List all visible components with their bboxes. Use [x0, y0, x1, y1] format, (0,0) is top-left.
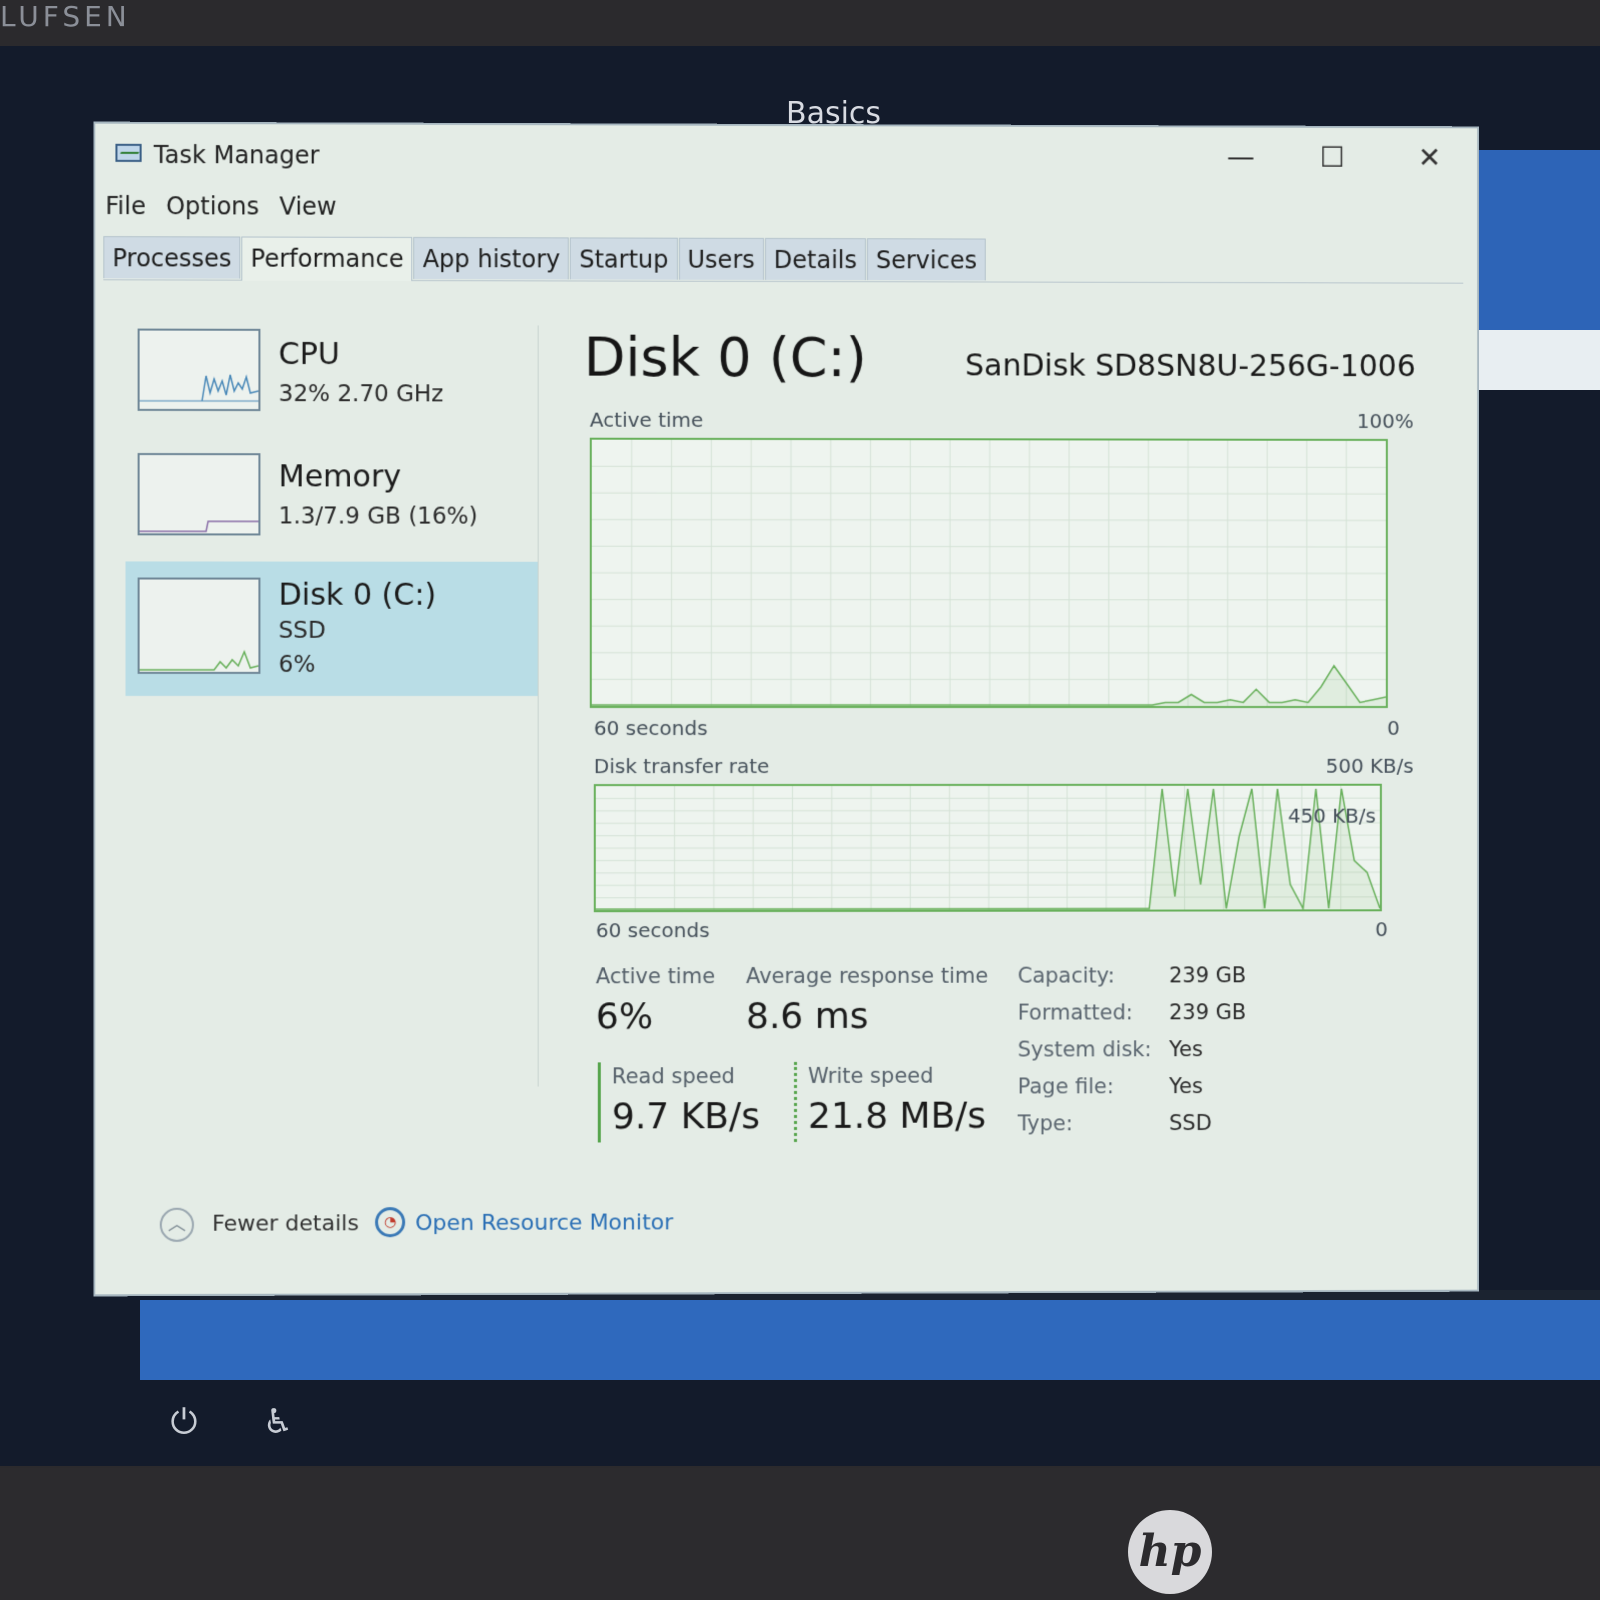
transfer-rate-graph-label: Disk transfer rate: [594, 754, 769, 778]
active-time-max-label: 100%: [1357, 409, 1414, 433]
transfer-rate-max-label: 500 KB/s: [1326, 754, 1414, 778]
disk-usage: 6%: [279, 652, 316, 678]
close-button[interactable]: ✕: [1402, 134, 1458, 182]
system-disk-label: System disk:: [1018, 1037, 1152, 1061]
sidebar-item-disk[interactable]: Disk 0 (C:) SSD 6%: [126, 561, 538, 696]
menu-bar: File Options View: [105, 192, 336, 221]
active-time-graph: [590, 438, 1388, 708]
transfer-rate-graph-svg: [596, 786, 1380, 910]
sidebar-item-memory[interactable]: Memory 1.3/7.9 GB (16%): [126, 437, 538, 572]
menu-view[interactable]: View: [279, 192, 336, 220]
maximize-button[interactable]: ☐: [1304, 134, 1360, 182]
power-icon[interactable]: ⏻: [164, 1402, 204, 1442]
menu-file[interactable]: File: [105, 192, 145, 220]
system-disk-value: Yes: [1169, 1037, 1203, 1061]
read-speed-indicator: [598, 1062, 601, 1142]
transfer-rate-inner-label: 450 KB/s: [1288, 804, 1376, 828]
task-manager-window: Task Manager — ☐ ✕ File Options View Pro…: [93, 122, 1479, 1297]
active-time-stat-label: Active time: [596, 964, 715, 988]
page-file-label: Page file:: [1018, 1074, 1114, 1098]
sidebar-item-cpu[interactable]: CPU 32% 2.70 GHz: [126, 312, 538, 447]
active-time-graph-svg: [592, 440, 1386, 706]
laptop-bezel-bottom: [0, 1468, 1600, 1600]
tab-details[interactable]: Details: [765, 238, 866, 280]
active-time-graph-label: Active time: [590, 408, 704, 432]
avg-response-stat-value: 8.6 ms: [746, 996, 868, 1037]
tab-users[interactable]: Users: [678, 238, 763, 280]
formatted-label: Formatted:: [1018, 1000, 1133, 1024]
disk-model: SanDisk SD8SN8U-256G-1006: [965, 348, 1416, 384]
write-speed-label: Write speed: [808, 1064, 933, 1088]
resource-monitor-icon[interactable]: ◔: [375, 1207, 405, 1237]
title-bar[interactable]: Task Manager — ☐ ✕: [95, 124, 1477, 190]
cpu-thumbnail-graph: [138, 329, 261, 412]
page-file-value: Yes: [1169, 1074, 1203, 1098]
accessibility-icon[interactable]: ♿: [258, 1402, 298, 1442]
transfer-rate-graph: 450 KB/s: [594, 784, 1382, 912]
page-title: Disk 0 (C:): [584, 326, 867, 390]
disk-label: Disk 0 (C:): [279, 578, 437, 613]
open-resource-monitor-link[interactable]: Open Resource Monitor: [415, 1210, 673, 1236]
cpu-label: CPU: [279, 337, 340, 372]
type-label: Type:: [1018, 1111, 1073, 1135]
active-time-stat-value: 6%: [596, 996, 653, 1037]
menu-options[interactable]: Options: [166, 192, 259, 220]
avg-response-stat-label: Average response time: [746, 964, 988, 988]
tab-performance[interactable]: Performance: [242, 237, 413, 282]
capacity-value: 239 GB: [1169, 963, 1246, 987]
bezel-brand-text: LUFSEN: [0, 0, 131, 30]
disk-thumbnail-graph: [138, 578, 261, 674]
background-window-blue: [1470, 150, 1600, 330]
resource-list: CPU 32% 2.70 GHz Memory 1.3/7.9 GB (16%)…: [95, 284, 537, 1188]
capacity-label: Capacity:: [1018, 964, 1115, 988]
read-speed-value: 9.7 KB/s: [612, 1096, 760, 1137]
tab-startup[interactable]: Startup: [570, 237, 677, 279]
disk-type: SSD: [279, 618, 326, 644]
memory-label: Memory: [279, 459, 402, 494]
window-title: Task Manager: [154, 141, 320, 170]
memory-thumbnail-graph: [138, 453, 261, 535]
fewer-details-link[interactable]: Fewer details: [212, 1211, 359, 1237]
type-value: SSD: [1169, 1111, 1212, 1135]
background-window-blue-bottom: [140, 1300, 1600, 1380]
transfer-rate-duration-label: 60 seconds: [596, 918, 710, 942]
hp-logo: hp: [1128, 1510, 1212, 1594]
tab-strip: Processes Performance App history Startu…: [103, 236, 1463, 284]
memory-detail: 1.3/7.9 GB (16%): [279, 503, 478, 529]
chevron-up-icon[interactable]: ︿: [160, 1208, 194, 1242]
background-window-white: [1470, 330, 1600, 390]
tab-app-history[interactable]: App history: [414, 237, 570, 279]
cpu-detail: 32% 2.70 GHz: [279, 381, 444, 407]
tab-services[interactable]: Services: [867, 238, 986, 280]
read-speed-label: Read speed: [612, 1064, 735, 1088]
task-manager-icon: [113, 142, 143, 168]
write-speed-value: 21.8 MB/s: [808, 1096, 986, 1137]
active-time-zero-label: 0: [1387, 716, 1400, 740]
pane-divider: [538, 325, 539, 1086]
write-speed-indicator: [794, 1062, 797, 1142]
tab-processes[interactable]: Processes: [103, 236, 240, 279]
active-time-duration-label: 60 seconds: [594, 716, 708, 740]
transfer-rate-zero-label: 0: [1375, 917, 1388, 941]
formatted-value: 239 GB: [1169, 1000, 1246, 1024]
minimize-button[interactable]: —: [1213, 133, 1269, 181]
